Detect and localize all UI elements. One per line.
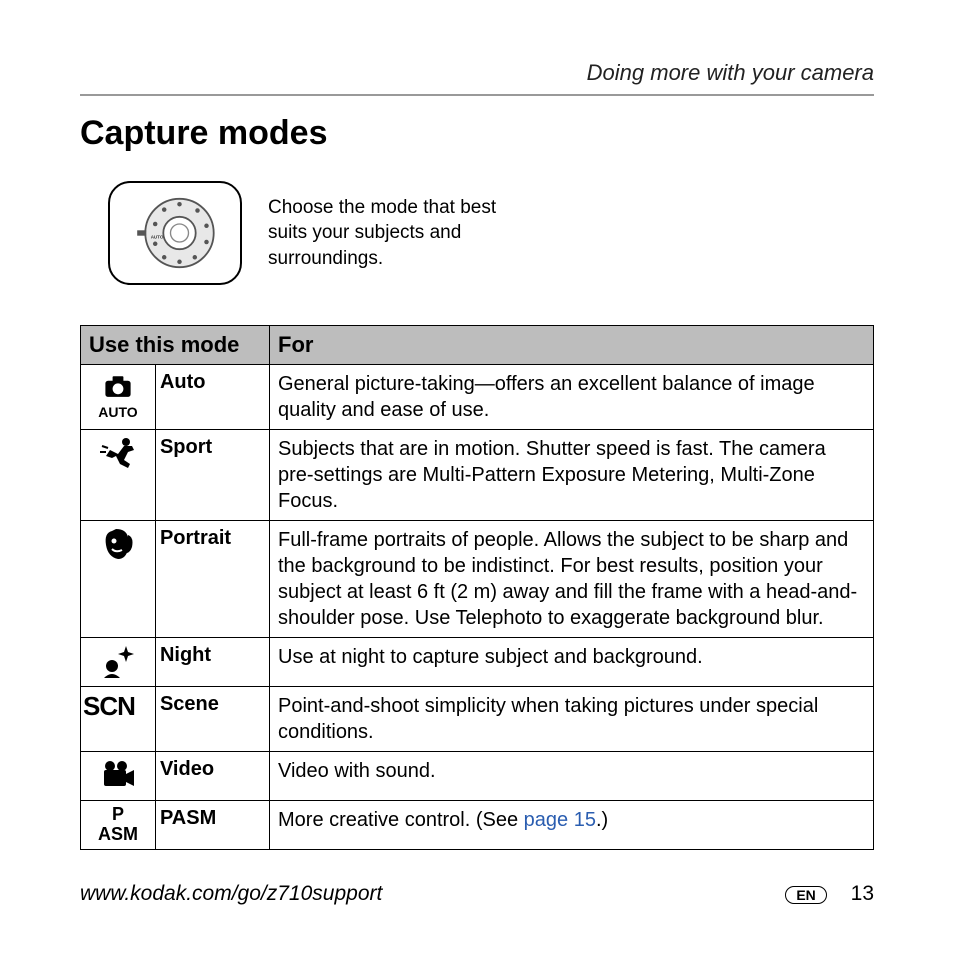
- chapter-title: Doing more with your camera: [80, 60, 874, 86]
- mode-icon-night: [81, 638, 156, 687]
- mode-name: Portrait: [155, 521, 269, 638]
- mode-desc: General picture-taking—offers an excelle…: [270, 365, 874, 430]
- mode-desc: Video with sound.: [270, 752, 874, 801]
- mode-desc: Full-frame portraits of people. Allows t…: [270, 521, 874, 638]
- manual-page: Doing more with your camera Capture mode…: [0, 0, 954, 954]
- modes-table: Use this mode For AUTO Auto General pict…: [80, 325, 874, 850]
- mode-name: Sport: [155, 430, 269, 521]
- page-number: 13: [851, 882, 874, 905]
- mode-desc: More creative control. (See page 15.): [270, 801, 874, 850]
- video-icon: [98, 756, 138, 796]
- mode-name: Night: [155, 638, 269, 687]
- mode-desc: Subjects that are in motion. Shutter spe…: [270, 430, 874, 521]
- table-row: SCN Scene Point-and-shoot simplicity whe…: [81, 687, 874, 752]
- table-row: Sport Subjects that are in motion. Shutt…: [81, 430, 874, 521]
- th-use-this-mode: Use this mode: [81, 326, 270, 365]
- footer-right: EN 13: [785, 882, 874, 906]
- mode-icon-portrait: [81, 521, 156, 638]
- mode-name: Video: [155, 752, 269, 801]
- page-footer: www.kodak.com/go/z710support EN 13: [80, 882, 874, 906]
- intro-block: AUTO Choose the mode that best suits you…: [108, 181, 874, 285]
- mode-desc: Use at night to capture subject and back…: [270, 638, 874, 687]
- intro-text: Choose the mode that best suits your sub…: [268, 195, 528, 272]
- table-row: Video Video with sound.: [81, 752, 874, 801]
- page-link[interactable]: page 15: [524, 809, 596, 831]
- mode-icon-video: [81, 752, 156, 801]
- mode-desc: Point-and-shoot simplicity when taking p…: [270, 687, 874, 752]
- camera-icon: [100, 369, 136, 405]
- support-url: www.kodak.com/go/z710support: [80, 882, 382, 906]
- language-badge: EN: [785, 886, 826, 904]
- th-for: For: [270, 326, 874, 365]
- section-heading: Capture modes: [80, 114, 874, 153]
- mode-icon-sport: [81, 430, 156, 521]
- table-row: Night Use at night to capture subject an…: [81, 638, 874, 687]
- face-icon: [98, 525, 138, 565]
- table-row: AUTO Auto General picture-taking—offers …: [81, 365, 874, 430]
- mode-icon-auto: AUTO: [81, 365, 156, 430]
- mode-dial-icon: AUTO: [130, 188, 220, 278]
- mode-name: PASM: [155, 801, 269, 850]
- divider: [80, 94, 874, 96]
- mode-name: Auto: [155, 365, 269, 430]
- mode-dial-illustration: AUTO: [108, 181, 242, 285]
- mode-icon-scene: SCN: [81, 687, 156, 752]
- table-row: Portrait Full-frame portraits of people.…: [81, 521, 874, 638]
- mode-name: Scene: [155, 687, 269, 752]
- mode-icon-pasm: P ASM: [81, 801, 156, 850]
- table-row: P ASM PASM More creative control. (See p…: [81, 801, 874, 850]
- night-icon: [98, 642, 138, 682]
- svg-text:AUTO: AUTO: [151, 234, 164, 239]
- running-icon: [98, 434, 138, 474]
